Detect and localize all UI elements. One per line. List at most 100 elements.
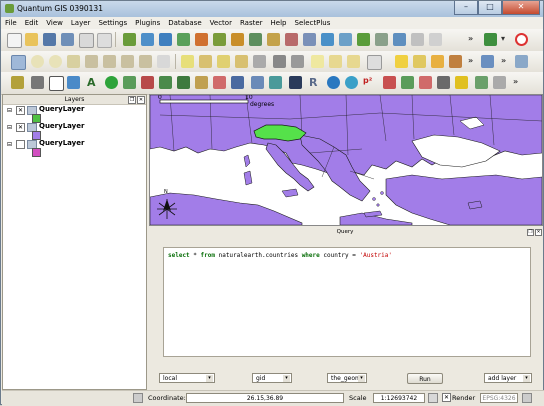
processing-icon[interactable] bbox=[401, 76, 414, 89]
zoom-in-icon[interactable] bbox=[31, 55, 44, 68]
move-label-icon[interactable] bbox=[449, 55, 462, 68]
layer-visibility-checkbox[interactable]: ✕ bbox=[16, 123, 25, 132]
offset-curve-icon[interactable] bbox=[419, 76, 432, 89]
heatmap-icon[interactable] bbox=[455, 76, 468, 89]
rotate-icon[interactable] bbox=[327, 76, 340, 89]
print-icon[interactable] bbox=[251, 76, 264, 89]
collapse-icon[interactable]: ⊟ bbox=[7, 107, 12, 114]
close-panel-icon[interactable]: ✕ bbox=[535, 229, 542, 236]
text-annotation-icon[interactable] bbox=[367, 55, 382, 70]
toolbar-overflow-icon[interactable]: » bbox=[468, 34, 473, 43]
plugin-manager-icon[interactable] bbox=[484, 33, 497, 46]
toolbar-overflow-icon[interactable]: » bbox=[513, 77, 518, 86]
new-shapefile-icon[interactable] bbox=[285, 33, 298, 46]
zoom-out-icon[interactable] bbox=[49, 55, 62, 68]
add-arcgis-layer-icon[interactable] bbox=[411, 33, 424, 46]
r-console-icon[interactable]: R bbox=[309, 76, 322, 89]
deselect-icon[interactable] bbox=[235, 55, 248, 68]
collapse-icon[interactable]: ⊟ bbox=[7, 141, 12, 148]
gps-icon[interactable] bbox=[321, 33, 334, 46]
add-feature-icon[interactable] bbox=[105, 76, 118, 89]
stop-render-icon[interactable] bbox=[428, 393, 438, 403]
map-canvas[interactable]: 0 10 degrees N bbox=[149, 94, 543, 226]
redo-icon[interactable] bbox=[515, 55, 528, 68]
save-edits-icon[interactable] bbox=[67, 76, 80, 89]
toggle-editing-icon[interactable] bbox=[31, 76, 44, 89]
sql-editor[interactable]: select * from naturalearth.countries whe… bbox=[163, 247, 531, 357]
add-spatialite-layer-icon[interactable] bbox=[177, 33, 190, 46]
add-mssql-layer-icon[interactable] bbox=[357, 33, 370, 46]
zoom-to-layer-icon[interactable] bbox=[103, 55, 116, 68]
layer-visibility-checkbox[interactable] bbox=[16, 140, 25, 149]
binoculars-icon[interactable] bbox=[289, 76, 302, 89]
zoom-to-selection-icon[interactable] bbox=[85, 55, 98, 68]
open-project-icon[interactable] bbox=[25, 33, 38, 46]
menu-plugins[interactable]: Plugins bbox=[131, 17, 164, 29]
add-delimited-text-icon[interactable] bbox=[249, 33, 262, 46]
node-tool-icon[interactable] bbox=[141, 76, 154, 89]
menu-file[interactable]: File bbox=[1, 17, 21, 29]
zoom-last-icon[interactable] bbox=[121, 55, 134, 68]
oracle-layer-icon[interactable] bbox=[339, 33, 352, 46]
refresh-icon[interactable] bbox=[157, 55, 170, 68]
grid-icon[interactable] bbox=[49, 76, 64, 91]
measure-area-icon[interactable] bbox=[291, 55, 304, 68]
reshape-icon[interactable] bbox=[437, 76, 450, 89]
show-bookmarks-icon[interactable] bbox=[347, 55, 360, 68]
layer-item[interactable]: ⊟ QueryLayer bbox=[3, 139, 146, 157]
geom-column-select[interactable]: the_geom ▾ bbox=[327, 373, 367, 383]
run-button[interactable]: Run bbox=[407, 373, 443, 384]
show-hide-labels-icon[interactable] bbox=[431, 55, 444, 68]
close-panel-icon[interactable]: ✕ bbox=[137, 96, 145, 104]
font-a-icon[interactable]: A bbox=[87, 76, 100, 89]
new-bookmark-icon[interactable] bbox=[329, 55, 342, 68]
undo-icon[interactable] bbox=[481, 55, 494, 68]
add-wms-layer-icon[interactable] bbox=[195, 33, 208, 46]
menu-database[interactable]: Database bbox=[164, 17, 205, 29]
menu-selectplus[interactable]: SelectPlus bbox=[291, 17, 335, 29]
toolbar-overflow-icon[interactable]: » bbox=[468, 56, 473, 65]
maximize-button[interactable]: □ bbox=[478, 1, 502, 15]
toolbar-overflow-icon[interactable]: » bbox=[501, 56, 506, 65]
composer-manager-icon[interactable] bbox=[97, 33, 112, 48]
collapse-icon[interactable]: ⊟ bbox=[7, 124, 12, 131]
measure-line-icon[interactable] bbox=[273, 55, 286, 68]
db-manager-icon[interactable] bbox=[393, 33, 406, 46]
new-print-composer-icon[interactable] bbox=[79, 33, 94, 48]
toggle-coordinate-icon[interactable] bbox=[133, 393, 143, 403]
identify-icon[interactable] bbox=[181, 55, 194, 68]
map-tips-icon[interactable] bbox=[311, 55, 324, 68]
copy-features-icon[interactable] bbox=[195, 76, 208, 89]
georeferencer-icon[interactable] bbox=[269, 76, 282, 89]
p2-plugin-icon[interactable]: p² bbox=[363, 76, 376, 89]
layer-item[interactable]: ⊟ ✕ QueryLayer bbox=[3, 122, 146, 140]
help-lifebuoy-icon[interactable] bbox=[515, 33, 528, 46]
add-postgis-layer-icon[interactable] bbox=[159, 33, 172, 46]
add-wcs-service-icon[interactable] bbox=[429, 33, 442, 46]
add-wcs-layer-icon[interactable] bbox=[213, 33, 226, 46]
select-features-icon[interactable] bbox=[199, 55, 212, 68]
coordinate-field[interactable]: 26.15,36.89 bbox=[186, 393, 344, 403]
add-virtual-layer-icon[interactable] bbox=[375, 33, 388, 46]
save-as-icon[interactable] bbox=[61, 33, 74, 46]
messages-icon[interactable] bbox=[522, 393, 532, 403]
pencil-icon[interactable] bbox=[493, 76, 506, 89]
float-panel-icon[interactable]: ❐ bbox=[128, 96, 136, 104]
menu-raster[interactable]: Raster bbox=[236, 17, 267, 29]
interpolation-icon[interactable] bbox=[475, 76, 488, 89]
remove-layer-icon[interactable] bbox=[383, 76, 396, 89]
minimize-button[interactable]: – bbox=[454, 1, 478, 15]
menu-help[interactable]: Help bbox=[267, 17, 291, 29]
paste-features-icon[interactable] bbox=[213, 76, 226, 89]
label-tool-icon[interactable] bbox=[395, 55, 408, 68]
toolbar-overflow-icon[interactable]: ▾ bbox=[501, 34, 505, 43]
new-spatialite-icon[interactable] bbox=[303, 33, 316, 46]
menu-view[interactable]: View bbox=[42, 17, 67, 29]
current-edits-icon[interactable] bbox=[11, 76, 24, 89]
pan-map-icon[interactable] bbox=[11, 55, 26, 70]
crs-status-button[interactable]: EPSG:4326 bbox=[480, 393, 518, 403]
add-raster-layer-icon[interactable] bbox=[141, 33, 154, 46]
move-feature-icon[interactable] bbox=[123, 76, 136, 89]
attribute-table-icon[interactable] bbox=[253, 55, 266, 68]
add-layer-select[interactable]: add layer ▾ bbox=[484, 373, 532, 383]
